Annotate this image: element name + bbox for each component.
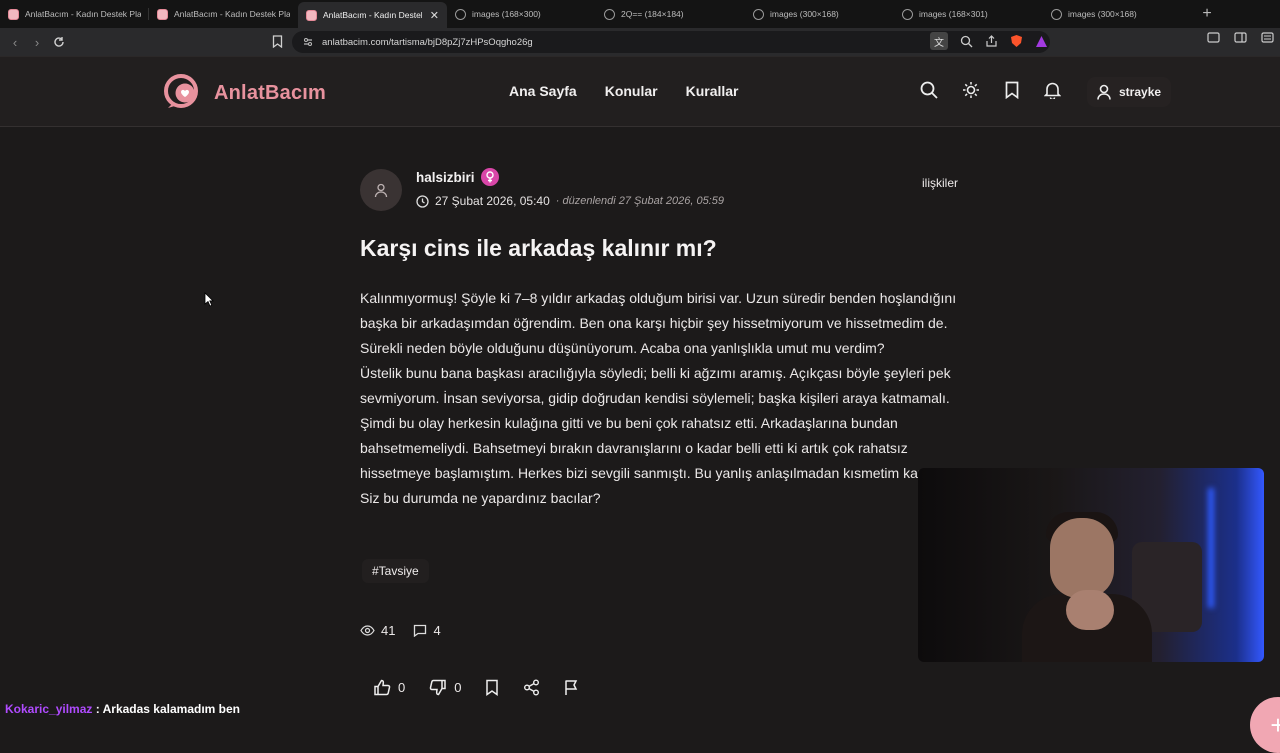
site-settings-icon xyxy=(304,38,312,46)
browser-tab[interactable]: images (168×300) xyxy=(447,0,596,28)
chat-username: Kokaric_yilmaz xyxy=(5,702,93,716)
username: strayke xyxy=(1119,85,1162,99)
site-favicon-icon xyxy=(306,9,317,21)
globe-icon xyxy=(902,8,913,20)
post-body: Kalınmıyormuş! Şöyle ki 7–8 yıldır arkad… xyxy=(360,286,982,511)
user-avatar-icon xyxy=(374,183,388,197)
chat-text: Arkadas kalamadım ben xyxy=(102,702,241,716)
thumbs-up-icon xyxy=(374,679,391,696)
reload-icon[interactable] xyxy=(48,31,70,53)
globe-icon xyxy=(1051,8,1062,20)
browser-toolbar: ‹ › anlatbacim.com/tartisma/bjD8pZj7zHPs… xyxy=(0,28,1280,56)
edited-note: · düzenlendi 27 Şubat 2026, 05:59 xyxy=(555,195,724,207)
url-text: anlatbacim.com/tartisma/bjD8pZj7zHPsOqgh… xyxy=(322,36,533,48)
dislike-button[interactable]: 0 xyxy=(429,679,461,696)
tab-search-icon[interactable] xyxy=(1207,32,1220,43)
browser-tab-strip: AnlatBacım - Kadın Destek Pla AnlatBacım… xyxy=(0,0,1280,28)
globe-icon xyxy=(753,8,764,20)
sidebar-toggle-icon[interactable] xyxy=(1234,32,1247,43)
clock-icon xyxy=(416,194,429,208)
zoom-icon[interactable] xyxy=(960,35,973,48)
forward-icon[interactable]: › xyxy=(26,31,48,53)
post-author: halsizbiri xyxy=(416,168,499,186)
eye-icon xyxy=(360,625,375,636)
female-badge-icon xyxy=(480,168,499,186)
browser-tab[interactable]: images (168×301) xyxy=(894,0,1043,28)
post-stats: 41 4 xyxy=(360,623,441,638)
create-post-fab-button[interactable]: + xyxy=(1250,697,1280,753)
comment-icon xyxy=(414,624,427,637)
author-name[interactable]: halsizbiri xyxy=(416,170,475,185)
chat-separator: : xyxy=(92,702,103,716)
new-tab-button[interactable]: + xyxy=(1192,0,1222,28)
thumbs-down-icon xyxy=(429,679,446,696)
views-stat: 41 xyxy=(360,623,395,638)
browser-tab[interactable]: AnlatBacım - Kadın Destek Pla xyxy=(149,0,298,28)
globe-icon xyxy=(455,8,466,20)
brave-shield-icon[interactable] xyxy=(1010,34,1023,48)
bookmark-icon xyxy=(486,679,499,696)
like-button[interactable]: 0 xyxy=(373,679,405,696)
bookmarks-icon[interactable] xyxy=(1004,81,1020,99)
mouse-cursor-icon xyxy=(204,292,214,307)
dislike-count: 0 xyxy=(454,680,462,695)
share-post-button[interactable] xyxy=(523,679,540,696)
save-post-button[interactable] xyxy=(485,679,499,696)
search-icon[interactable] xyxy=(920,81,938,99)
post-title: Karşı cins ile arkadaş kalınır mı? xyxy=(360,235,717,261)
notifications-bell-icon[interactable] xyxy=(1044,81,1061,99)
post-category[interactable]: ilişkiler xyxy=(922,176,958,190)
site-header: AnlatBacım Ana Sayfa Konular Kurallar st… xyxy=(0,57,1280,127)
share-icon xyxy=(524,679,540,696)
globe-icon xyxy=(604,8,615,20)
share-icon[interactable] xyxy=(985,34,998,48)
nav-topics[interactable]: Konular xyxy=(605,83,658,99)
theme-toggle-sun-icon[interactable] xyxy=(962,81,980,99)
site-favicon-icon xyxy=(157,8,168,20)
comments-stat: 4 xyxy=(413,623,441,638)
post-paragraph: Üstelik bunu bana başkası aracılığıyla s… xyxy=(360,365,976,506)
like-count: 0 xyxy=(398,680,406,695)
header-actions xyxy=(920,81,1061,99)
back-icon[interactable]: ‹ xyxy=(4,31,26,53)
avatar[interactable] xyxy=(360,169,402,211)
browser-tab[interactable]: 2Q== (184×184) xyxy=(596,0,745,28)
main-nav: Ana Sayfa Konular Kurallar xyxy=(509,83,739,99)
report-post-button[interactable] xyxy=(564,679,579,696)
rewards-icon[interactable] xyxy=(1035,35,1048,48)
browser-tab-active[interactable]: AnlatBacım - Kadın Destek ✕ xyxy=(298,2,447,28)
nav-home[interactable]: Ana Sayfa xyxy=(509,83,577,99)
webcam-overlay xyxy=(918,468,1264,662)
post-meta: 27 Şubat 2026, 05:40 · düzenlendi 27 Şub… xyxy=(416,194,724,208)
bookmark-page-icon[interactable] xyxy=(272,35,283,48)
chat-bubble-logo-icon xyxy=(164,74,198,108)
user-menu-button[interactable]: strayke xyxy=(1087,77,1172,107)
stream-chat-message: Kokaric_yilmaz : Arkadas kalamadım ben xyxy=(5,702,240,716)
site-favicon-icon xyxy=(8,8,19,20)
browser-tab[interactable]: AnlatBacım - Kadın Destek Pla xyxy=(0,0,149,28)
post-actions: 0 0 xyxy=(373,679,603,696)
close-tab-icon[interactable]: ✕ xyxy=(430,9,439,22)
post-paragraph: Kalınmıyormuş! Şöyle ki 7–8 yıldır arkad… xyxy=(360,290,957,356)
site-logo[interactable]: AnlatBacım xyxy=(164,74,326,112)
nav-rules[interactable]: Kurallar xyxy=(686,83,739,99)
browser-tab[interactable]: images (300×168) xyxy=(745,0,894,28)
flag-icon xyxy=(565,680,578,695)
user-icon xyxy=(1097,84,1111,100)
translate-icon[interactable]: 文 xyxy=(930,32,948,50)
tag-chip[interactable]: #Tavsiye xyxy=(362,559,429,583)
browser-tab[interactable]: images (300×168) xyxy=(1043,0,1192,28)
menu-icon[interactable] xyxy=(1261,32,1274,43)
post-date: 27 Şubat 2026, 05:40 xyxy=(435,194,550,208)
